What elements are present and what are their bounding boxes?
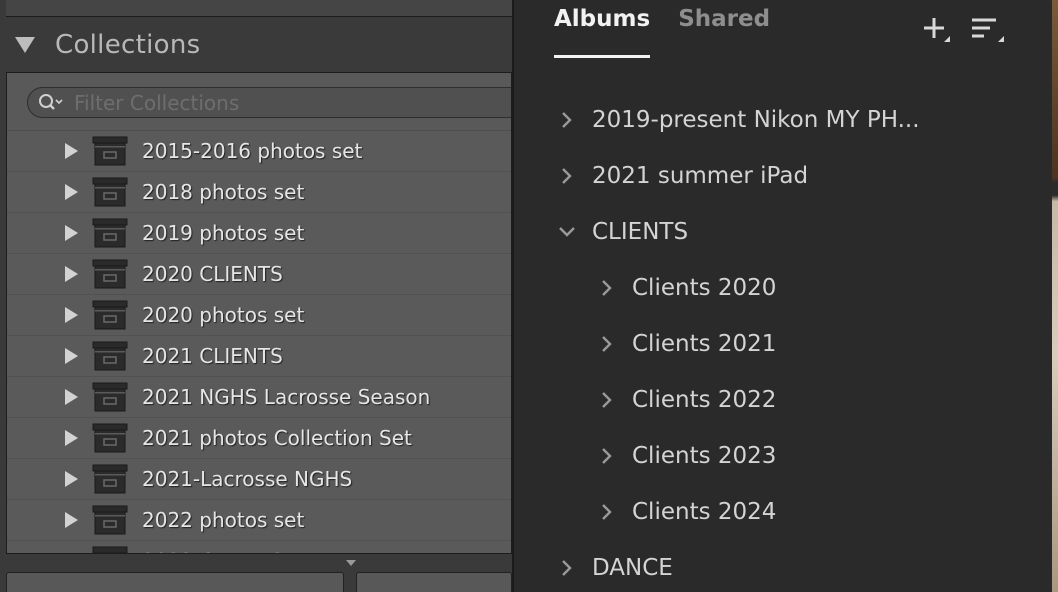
album-row[interactable]: DANCE <box>514 540 1058 592</box>
albums-panel: Albums Shared 2019-present Nikon MY PH..… <box>512 0 1058 592</box>
album-name: Clients 2020 <box>632 275 777 301</box>
album-row[interactable]: Clients 2024 <box>514 484 1058 540</box>
collection-set-row[interactable]: 2015-2016 photos set <box>7 131 511 172</box>
collection-set-row[interactable]: 2022 photos set <box>7 500 511 541</box>
collapse-triangle-icon[interactable] <box>15 37 35 53</box>
collections-header[interactable]: Collections <box>0 22 512 68</box>
disclosure-triangle-icon[interactable] <box>65 553 78 554</box>
collections-list: 2015-2016 photos set 2018 photos set 2019 … <box>6 72 512 554</box>
collection-set-row[interactable]: 2019 photos set <box>7 213 511 254</box>
collection-set-icon <box>92 136 128 166</box>
filter-bar <box>7 73 511 131</box>
collection-set-row[interactable]: 2022-CLIENTS <box>7 541 511 554</box>
album-row[interactable]: Clients 2020 <box>514 260 1058 316</box>
plus-icon[interactable] <box>920 12 952 44</box>
album-name: DANCE <box>592 555 673 581</box>
collection-set-icon <box>92 177 128 207</box>
album-name: CLIENTS <box>592 219 689 245</box>
chevron-right-icon[interactable] <box>558 559 576 577</box>
tab-albums[interactable]: Albums <box>554 0 651 58</box>
collection-set-row[interactable]: 2021 photos Collection Set <box>7 418 511 459</box>
album-name: Clients 2023 <box>632 443 777 469</box>
collection-set-label: 2022-CLIENTS <box>142 549 284 553</box>
sort-icon[interactable] <box>970 12 1004 44</box>
tab-shared[interactable]: Shared <box>678 0 770 48</box>
chevron-right-icon[interactable] <box>598 279 616 297</box>
collection-set-rows: 2015-2016 photos set 2018 photos set 2019 … <box>7 131 511 554</box>
collection-set-icon <box>92 505 128 535</box>
chevron-down-icon[interactable] <box>558 223 576 241</box>
resize-handle-icon[interactable] <box>346 560 356 566</box>
collection-set-label: 2022 photos set <box>142 508 305 532</box>
album-row[interactable]: CLIENTS <box>514 204 1058 260</box>
collection-set-icon <box>92 464 128 494</box>
disclosure-triangle-icon[interactable] <box>65 307 78 323</box>
collection-set-label: 2021 photos Collection Set <box>142 426 412 450</box>
collection-set-icon <box>92 218 128 248</box>
collection-set-icon <box>92 259 128 289</box>
collection-set-label: 2015-2016 photos set <box>142 139 363 163</box>
album-name: 2019-present Nikon MY PH... <box>592 107 920 133</box>
album-row[interactable]: Clients 2021 <box>514 316 1058 372</box>
top-panel-strip <box>6 0 512 17</box>
collection-set-icon <box>92 300 128 330</box>
disclosure-triangle-icon[interactable] <box>65 389 78 405</box>
chevron-right-icon[interactable] <box>558 111 576 129</box>
album-row[interactable]: 2019-present Nikon MY PH... <box>514 92 1058 148</box>
collection-set-icon <box>92 546 128 553</box>
collection-set-row[interactable]: 2021 CLIENTS <box>7 336 511 377</box>
collection-set-icon <box>92 423 128 453</box>
album-row[interactable]: 2021 summer iPad <box>514 148 1058 204</box>
search-icon[interactable] <box>38 93 64 113</box>
chevron-right-icon[interactable] <box>598 503 616 521</box>
collection-set-label: 2019 photos set <box>142 221 305 245</box>
album-list: 2019-present Nikon MY PH... 2021 summer i… <box>514 92 1058 592</box>
disclosure-triangle-icon[interactable] <box>65 184 78 200</box>
collection-set-icon <box>92 382 128 412</box>
filter-collections-field[interactable] <box>27 87 511 118</box>
album-name: Clients 2024 <box>632 499 777 525</box>
collection-set-row[interactable]: 2021 NGHS Lacrosse Season <box>7 377 511 418</box>
collection-set-label: 2018 photos set <box>142 180 305 204</box>
disclosure-triangle-icon[interactable] <box>65 471 78 487</box>
album-name: 2021 summer iPad <box>592 163 809 189</box>
collection-set-label: 2020 photos set <box>142 303 305 327</box>
collection-set-label: 2020 CLIENTS <box>142 262 283 286</box>
album-row[interactable]: Clients 2022 <box>514 372 1058 428</box>
collections-panel: Collections 2015-2016 photos set 2018 pho… <box>0 0 512 592</box>
chevron-right-icon[interactable] <box>598 335 616 353</box>
chevron-right-icon[interactable] <box>598 447 616 465</box>
chevron-right-icon[interactable] <box>558 167 576 185</box>
collection-set-row[interactable]: 2018 photos set <box>7 172 511 213</box>
album-row[interactable]: Clients 2023 <box>514 428 1058 484</box>
collection-set-label: 2021 CLIENTS <box>142 344 283 368</box>
chevron-right-icon[interactable] <box>598 391 616 409</box>
collection-set-icon <box>92 341 128 371</box>
disclosure-triangle-icon[interactable] <box>65 225 78 241</box>
disclosure-triangle-icon[interactable] <box>65 348 78 364</box>
disclosure-triangle-icon[interactable] <box>65 430 78 446</box>
filter-collections-input[interactable] <box>72 89 476 116</box>
collection-set-label: 2021-Lacrosse NGHS <box>142 467 353 491</box>
collection-set-row[interactable]: 2020 CLIENTS <box>7 254 511 295</box>
photo-preview-edge <box>1052 0 1058 592</box>
album-name: Clients 2021 <box>632 331 777 357</box>
collections-title: Collections <box>55 30 201 60</box>
import-button[interactable] <box>6 572 344 592</box>
collection-set-row[interactable]: 2020 photos set <box>7 295 511 336</box>
album-name: Clients 2022 <box>632 387 777 413</box>
disclosure-triangle-icon[interactable] <box>65 143 78 159</box>
disclosure-triangle-icon[interactable] <box>65 266 78 282</box>
collection-set-row[interactable]: 2021-Lacrosse NGHS <box>7 459 511 500</box>
album-tabs: Albums Shared <box>554 0 798 62</box>
export-button[interactable] <box>356 572 512 592</box>
disclosure-triangle-icon[interactable] <box>65 512 78 528</box>
collection-set-label: 2021 NGHS Lacrosse Season <box>142 385 431 409</box>
